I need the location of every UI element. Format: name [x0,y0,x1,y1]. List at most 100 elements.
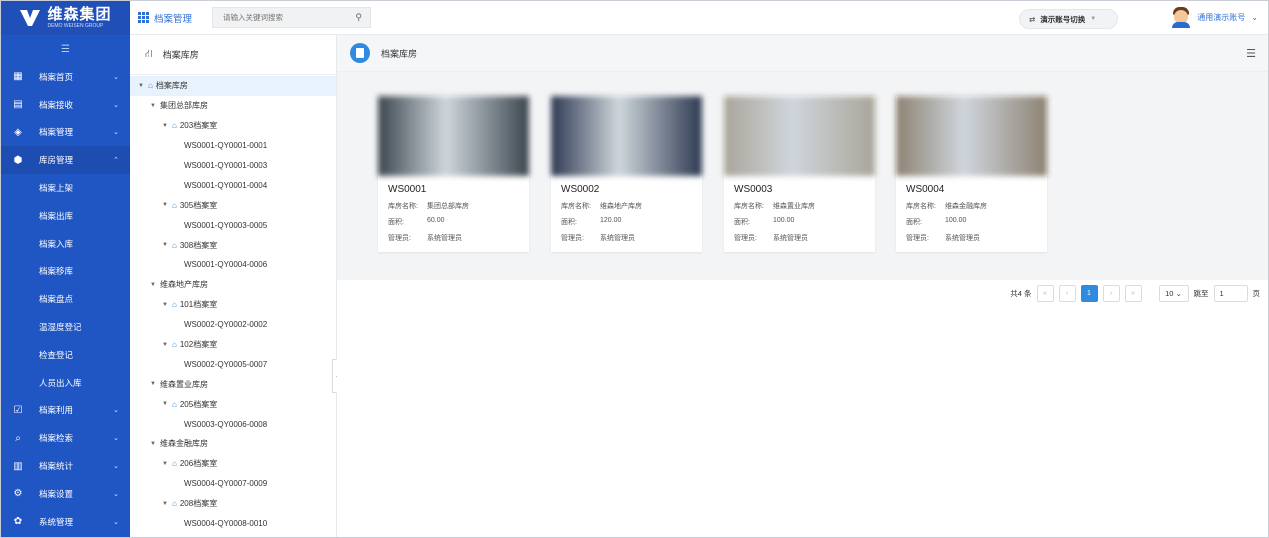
tree-node[interactable]: ▼ ⌂ 205档案室 [130,394,336,414]
field-value: 系统管理员 [427,235,462,242]
tree-node-label: WS0004-QY0007-0009 [184,479,268,489]
expand-triangle-icon[interactable]: ▼ [150,441,160,447]
tree-node[interactable]: WS0002-QY0002-0002 [130,315,336,335]
tree-node[interactable]: ▼ ⌂ 101档案室 [130,295,336,315]
expand-triangle-icon[interactable]: ▼ [162,302,172,308]
sidebar-item-label: 档案首页 [39,71,74,82]
chevron-up-icon: ⌃ [113,157,119,165]
search-icon[interactable]: ⚲ [355,12,362,23]
card-field-row: 库房名称: 维森置业库房 [734,201,875,211]
tree-node-label: 208档案室 [179,499,218,509]
sidebar-item-label: 档案管理 [39,127,74,138]
expand-triangle-icon[interactable]: ▼ [150,282,160,288]
expand-triangle-icon[interactable]: ▼ [162,501,172,507]
page-size-value: 10 [1165,289,1174,298]
tree-node[interactable]: ▼ ⌂ 305档案室 [130,195,336,215]
last-page-button[interactable]: » [1124,285,1142,302]
tree-node-label: WS0002-QY0002-0002 [184,320,268,330]
warehouse-card[interactable]: WS0001 库房名称: 集团总部库房 面积: 60.00 管理员: 系统管理员 [378,96,529,252]
hierarchy-icon: ⛙ [145,47,153,60]
sidebar-item[interactable]: ▤ 档案接收 ⌄ [1,91,130,119]
home-icon: ⌂ [172,240,177,250]
sidebar-item-label: 档案统计 [39,461,74,472]
sidebar-collapse-icon[interactable]: ☰ [1,35,130,63]
expand-triangle-icon[interactable]: ▼ [162,342,172,348]
expand-triangle-icon[interactable]: ▼ [162,123,172,129]
content-header: 档案库房 ☰ [337,35,1268,72]
page-number-button[interactable]: 1 [1080,285,1098,302]
sidebar-item[interactable]: ▥ 档案统计 ⌄ [1,452,130,480]
expand-triangle-icon[interactable]: ▼ [162,401,172,407]
sidebar-item[interactable]: ⌕ 档案检索 ⌄ [1,424,130,452]
search-input[interactable] [223,13,344,22]
card-field-row: 库房名称: 维森金融库房 [906,201,1047,211]
home-icon: ⌂ [148,81,153,91]
gear-icon: ✿ [13,516,23,528]
warehouse-card[interactable]: WS0002 库房名称: 维森地产库房 面积: 120.00 管理员: 系统管理员 [551,96,702,252]
sidebar-item[interactable]: 档案移库 [1,257,130,286]
field-label: 库房名称: [906,203,936,210]
tree-node-label: 档案库房 [155,81,188,91]
tree-node[interactable]: ▼ ⌂ 102档案室 [130,335,336,355]
sidebar-item[interactable]: ⬢ 库房管理 ⌃ [1,146,130,175]
user-menu[interactable]: 通用演示账号 ⌄ [1171,6,1258,28]
field-label: 管理员: [561,235,584,242]
tree-node[interactable]: WS0003-QY0006-0008 [130,414,336,434]
account-switch-button[interactable]: ⇄ 演示账号切换 ▼ [1019,9,1118,29]
tree-node[interactable]: WS0004-QY0007-0009 [130,474,336,494]
tree-node[interactable]: ▼ 维森金融库房 [130,434,336,454]
tree-node[interactable]: ▼ 维森地产库房 [130,275,336,295]
tree-node[interactable]: ▼ ⌂ 208档案室 [130,494,336,514]
tree-node[interactable]: ▼ ⌂ 308档案室 [130,235,336,255]
tree-node[interactable]: ▼ ⌂ 206档案室 [130,454,336,474]
sidebar-item[interactable]: ◈ 档案管理 ⌄ [1,119,130,147]
field-label: 面积: [561,219,577,226]
tree-node[interactable]: ▼ ⌂ 档案库房 [130,76,336,96]
sidebar-item[interactable]: ☑ 档案利用 ⌄ [1,397,130,425]
expand-triangle-icon[interactable]: ▼ [162,242,172,248]
field-label: 面积: [734,219,750,226]
expand-triangle-icon[interactable]: ▼ [138,83,148,89]
tree-node-label: 205档案室 [179,399,218,409]
warehouse-card[interactable]: WS0004 库房名称: 维森金融库房 面积: 100.00 管理员: 系统管理员 [896,96,1047,252]
prev-page-button[interactable]: ‹ [1058,285,1076,302]
expand-triangle-icon[interactable]: ▼ [150,381,160,387]
layers-icon: ◈ [14,126,22,138]
tree-node[interactable]: WS0001-QY0001-0004 [130,175,336,195]
tree-node[interactable]: WS0002-QY0005-0007 [130,354,336,374]
tree-node[interactable]: WS0001-QY0001-0003 [130,156,336,176]
expand-triangle-icon[interactable]: ▼ [150,103,160,109]
list-view-icon[interactable]: ☰ [1246,47,1256,60]
tree-node[interactable]: WS0004-QY0008-0010 [130,514,336,534]
chevron-down-icon: ⌄ [113,435,119,443]
expand-triangle-icon[interactable]: ▼ [162,202,172,208]
field-label: 管理员: [734,235,757,242]
total-count: 共4 条 [1010,289,1032,298]
sidebar-item[interactable]: 档案入库 [1,229,130,258]
page-size-select[interactable]: 10 ⌄ [1158,285,1189,302]
tree-node[interactable]: ▼ 集团总部库房 [130,96,336,116]
avatar [1171,6,1191,28]
sidebar-item[interactable]: ⚙ 档案设置 ⌄ [1,480,130,508]
sidebar-item[interactable]: 档案盘点 [1,285,130,314]
sidebar-item[interactable]: 检查登记 [1,340,130,369]
next-page-button[interactable]: › [1102,285,1120,302]
sidebar-item[interactable]: ▦ 档案首页 ⌄ [1,63,130,91]
sidebar-item[interactable]: ✿ 系统管理 ⌄ [1,508,130,536]
tree-node[interactable]: ▼ 维森置业库房 [130,374,336,394]
tree-node[interactable]: WS0001-QY0003-0005 [130,215,336,235]
tree-node[interactable]: ▼ ⌂ 203档案室 [130,116,336,136]
jump-page-input[interactable]: 1 [1213,285,1248,302]
app-grid-icon[interactable] [138,12,149,23]
sidebar-item[interactable]: 档案出库 [1,201,130,230]
brand-logo[interactable]: 维森集团 DEMO WEISEN GROUP [1,1,130,35]
sidebar-item[interactable]: 温湿度登记 [1,313,130,341]
expand-triangle-icon[interactable]: ▼ [162,461,172,467]
first-page-button[interactable]: « [1036,285,1054,302]
module-title[interactable]: 档案管理 [154,11,192,25]
sidebar-item[interactable]: 人员出入库 [1,368,130,397]
tree-node[interactable]: WS0001-QY0004-0006 [130,255,336,275]
tree-node[interactable]: WS0001-QY0001-0001 [130,136,336,156]
warehouse-card[interactable]: WS0003 库房名称: 维森置业库房 面积: 100.00 管理员: 系统管理员 [724,96,875,252]
sidebar-item[interactable]: 档案上架 [1,174,130,202]
